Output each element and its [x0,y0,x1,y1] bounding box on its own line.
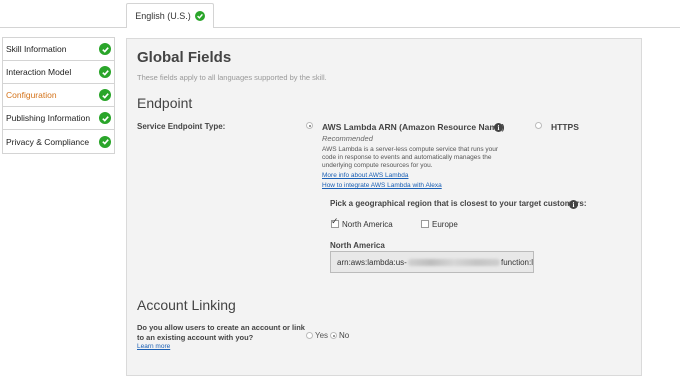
europe-checkbox-label: Europe [432,220,458,229]
https-radio-label: HTTPS [551,122,579,132]
lambda-description: AWS Lambda is a server-less compute serv… [322,146,499,169]
skill-steps-sidebar: Skill Information Interaction Model Conf… [2,37,115,154]
redacted-text [407,258,500,266]
sidebar-item-interaction-model[interactable]: Interaction Model [3,61,114,84]
check-icon [99,43,111,55]
check-icon [99,135,111,148]
account-linking-heading: Account Linking [137,297,236,313]
lambda-arn-input[interactable]: arn:aws:lambda:us- function:l [330,251,534,273]
europe-checkbox[interactable] [421,220,429,228]
arn-suffix: function:l [500,257,533,267]
tab-bar-divider [214,27,680,28]
lambda-radio[interactable] [306,122,313,129]
lambda-radio-label: AWS Lambda ARN (Amazon Resource Name) [322,122,505,132]
recommended-text: Recommended [322,134,373,143]
info-icon[interactable]: i [494,123,503,132]
check-icon [194,11,205,21]
no-radio-label: No [339,331,350,340]
service-endpoint-type-label: Service Endpoint Type: [137,122,226,131]
yes-radio[interactable] [306,332,313,339]
yes-radio-label: Yes [315,331,329,340]
north-america-field-label: North America [330,241,385,250]
tab-label: English (U.S.) [135,11,191,21]
check-icon [99,66,111,78]
integrate-lambda-link[interactable]: How to integrate AWS Lambda with Alexa [322,182,442,189]
sidebar-item-privacy-compliance[interactable]: Privacy & Compliance [3,130,114,153]
sidebar-item-publishing-information[interactable]: Publishing Information [3,107,114,130]
info-icon[interactable]: i [569,200,578,209]
check-icon [99,89,111,101]
region-prompt: Pick a geographical region that is close… [330,199,587,208]
sidebar-item-label: Configuration [6,90,57,100]
sidebar-item-label: Interaction Model [6,67,72,77]
page-title: Global Fields [137,49,232,66]
https-radio[interactable] [535,122,542,129]
more-info-lambda-link[interactable]: More info about AWS Lambda [322,172,408,179]
no-radio[interactable] [330,332,337,339]
north-america-checkbox[interactable] [331,217,339,228]
learn-more-link[interactable]: Learn more [137,343,170,350]
arn-prefix: arn:aws:lambda:us- [337,257,407,267]
tab-bar-divider [0,27,126,28]
sidebar-item-label: Publishing Information [6,113,91,123]
page-subtitle: These fields apply to all languages supp… [137,73,327,82]
tab-language-english-us[interactable]: English (U.S.) [126,3,214,28]
sidebar-item-label: Skill Information [6,44,67,54]
sidebar-item-skill-information[interactable]: Skill Information [3,38,114,61]
sidebar-item-label: Privacy & Compliance [6,136,90,147]
sidebar-item-configuration[interactable]: Configuration [3,84,114,107]
account-linking-question: Do you allow users to create an account … [137,323,305,342]
north-america-checkbox-label: North America [342,220,393,229]
language-tab-bar: English (U.S.) [0,0,680,28]
global-fields-panel: Global Fields These fields apply to all … [126,38,642,376]
check-icon [99,112,111,124]
endpoint-heading: Endpoint [137,95,193,111]
